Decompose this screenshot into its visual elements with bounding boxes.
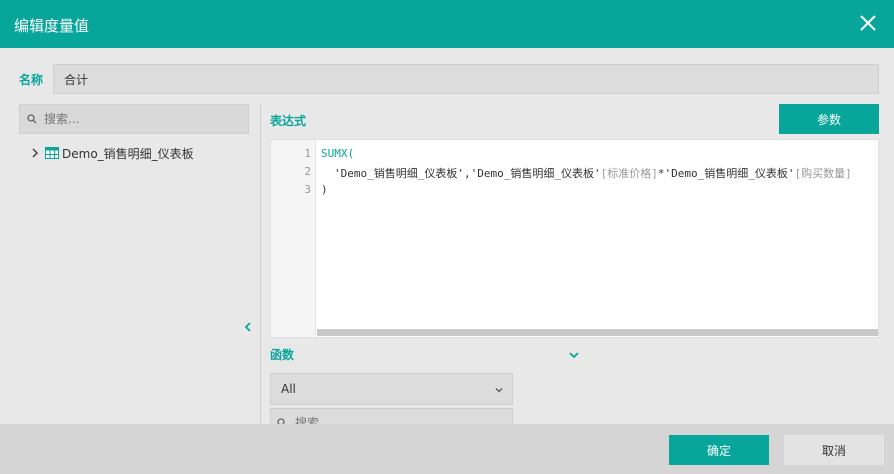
code-column: [购买数量]	[794, 167, 852, 180]
dialog-footer: 确定 取消	[0, 424, 894, 474]
code-line-3: )	[321, 183, 328, 196]
code-function: SUMX(	[321, 147, 355, 160]
table-icon	[45, 147, 59, 159]
line-number: 3	[304, 183, 311, 196]
tree-item-table[interactable]: Demo_销售明细_仪表板	[30, 144, 194, 162]
field-search-box[interactable]	[19, 104, 249, 134]
code-line-2: 'Demo_销售明细_仪表板','Demo_销售明细_仪表板'[标准价格]*'D…	[334, 165, 852, 181]
expression-editor[interactable]: 1 2 3 SUMX( 'Demo_销售明细_仪表板','Demo_销售明细_仪…	[270, 139, 879, 338]
chevron-right-icon[interactable]	[30, 148, 40, 158]
function-category-value: All	[281, 382, 296, 396]
function-category-select[interactable]: All	[270, 373, 513, 405]
code-paren: )	[321, 183, 328, 196]
functions-label: 函数	[270, 348, 295, 362]
chevron-down-icon	[495, 388, 503, 393]
chevron-down-icon[interactable]	[569, 350, 579, 360]
ok-button[interactable]: 确定	[669, 435, 769, 465]
code-column: [标准价格]	[600, 167, 658, 180]
line-number-gutter: 1 2 3	[271, 140, 316, 337]
close-icon[interactable]	[858, 13, 878, 33]
dialog-title: 编辑度量值	[14, 17, 90, 35]
horizontal-scrollbar[interactable]	[317, 329, 878, 336]
name-row: 名称	[0, 48, 894, 98]
cancel-button[interactable]: 取消	[784, 435, 884, 465]
field-tree-panel: Demo_销售明细_仪表板	[0, 98, 260, 424]
expression-label: 表达式	[270, 114, 307, 128]
line-number: 1	[304, 147, 311, 160]
field-search-input[interactable]	[44, 105, 244, 133]
code-line-1: SUMX(	[321, 147, 354, 160]
tree-item-label: Demo_销售明细_仪表板	[62, 146, 194, 161]
chevron-left-icon[interactable]	[243, 322, 253, 332]
params-button[interactable]: 参数	[779, 104, 879, 134]
name-input[interactable]	[53, 64, 879, 94]
code-string: 'Demo_销售明细_仪表板','Demo_销售明细_仪表板'	[334, 167, 601, 180]
function-search-box[interactable]	[270, 408, 513, 424]
dialog-titlebar: 编辑度量值	[0, 0, 894, 48]
search-icon	[27, 114, 37, 124]
code-string: *'Demo_销售明细_仪表板'	[657, 167, 795, 180]
panel-divider[interactable]	[260, 104, 261, 424]
line-number: 2	[304, 165, 311, 178]
function-search-input[interactable]	[295, 413, 495, 424]
name-label: 名称	[19, 73, 44, 87]
